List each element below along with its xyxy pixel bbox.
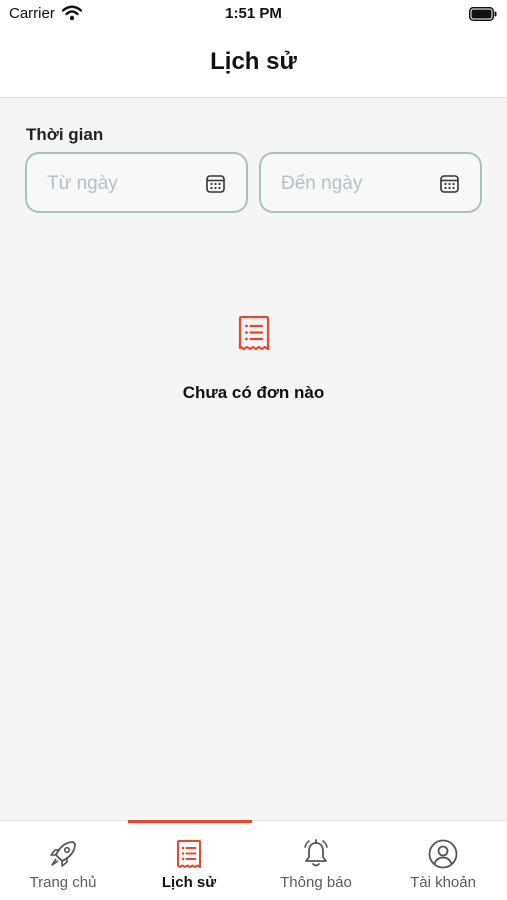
status-time: 1:51 PM [225, 5, 282, 22]
to-date-field[interactable]: Đến ngày [259, 152, 482, 213]
from-date-placeholder: Từ ngày [47, 173, 118, 194]
receipt-icon [238, 315, 270, 351]
calendar-icon[interactable] [205, 173, 226, 194]
from-date-field[interactable]: Từ ngày [25, 152, 248, 213]
bell-icon [304, 839, 328, 867]
battery-icon [469, 7, 497, 21]
page-title: Lịch sử [210, 48, 297, 75]
time-filter-label: Thời gian [26, 125, 104, 144]
to-date-placeholder: Đến ngày [281, 173, 363, 194]
tab-notifications[interactable]: Thông báo [253, 821, 379, 900]
empty-state-message: Chưa có đơn nào [182, 383, 325, 402]
tab-home[interactable]: Trang chủ [0, 821, 126, 900]
tab-label: Lịch sử [161, 874, 217, 891]
tab-label: Trang chủ [29, 874, 97, 891]
tab-label: Thông báo [280, 874, 352, 891]
rocket-icon [50, 841, 76, 867]
status-bar: Carrier 1:51 PM [0, 0, 507, 30]
tab-history[interactable]: Lịch sử [126, 820, 252, 900]
tab-bar: Trang chủ Lịch sử Thông báo Tài khoản [0, 820, 507, 900]
tab-account[interactable]: Tài khoản [380, 821, 506, 900]
receipt-icon [177, 840, 201, 868]
tab-label: Tài khoản [410, 874, 476, 891]
calendar-icon[interactable] [439, 173, 460, 194]
user-circle-icon [428, 839, 458, 869]
navigation-bar: Lịch sử [0, 30, 507, 98]
